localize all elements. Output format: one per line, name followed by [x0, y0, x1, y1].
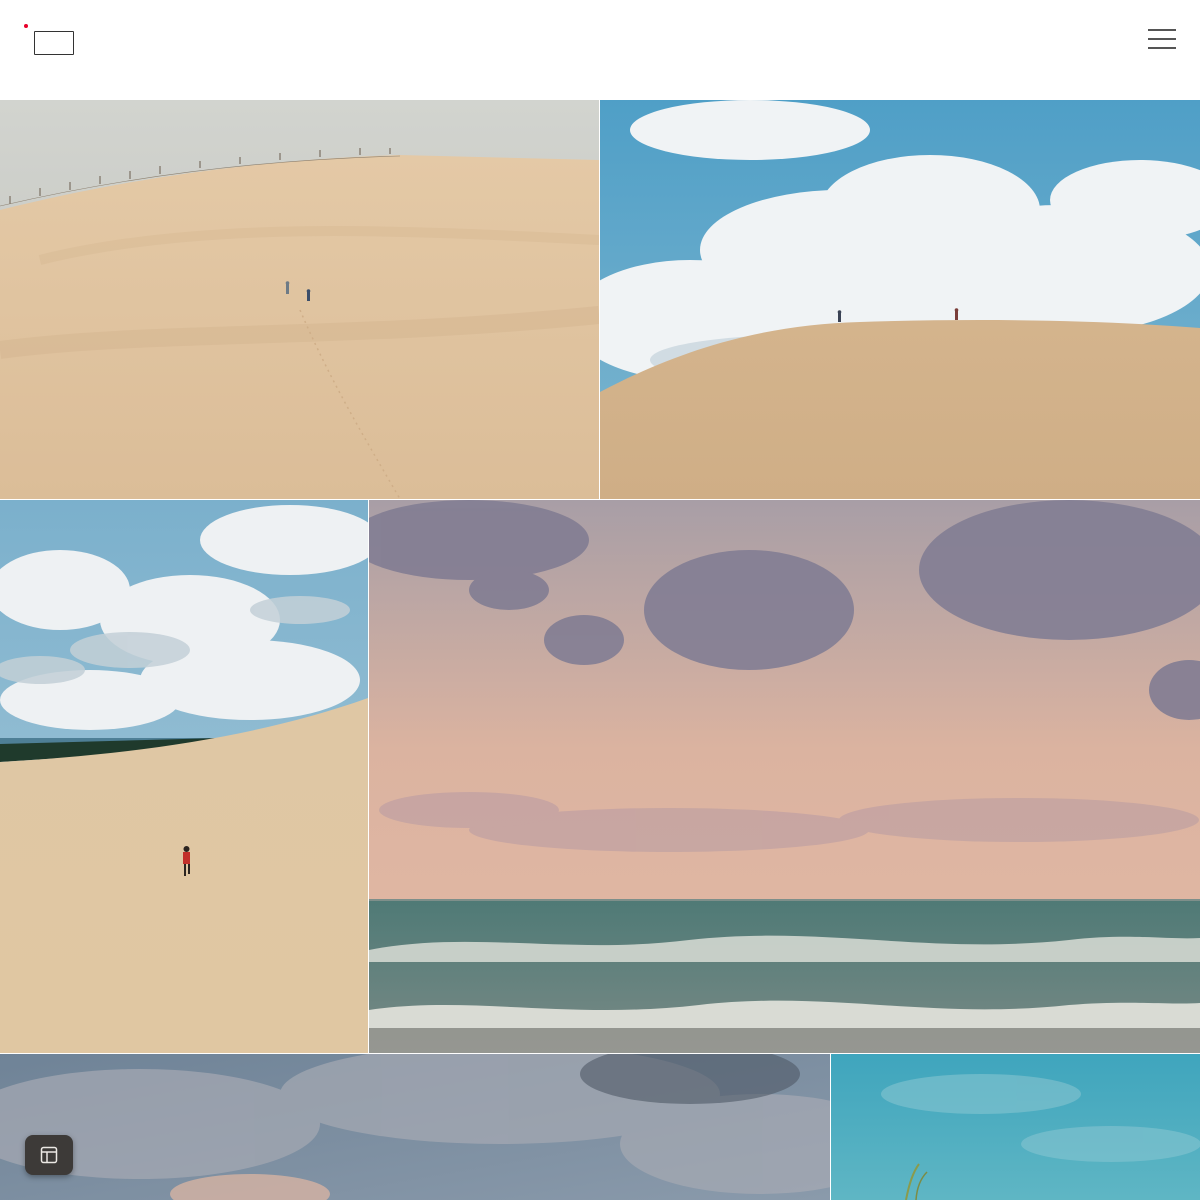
layout-icon	[40, 1146, 58, 1164]
photo-dune-child-running-lake[interactable]	[0, 500, 368, 1053]
hamburger-menu-icon[interactable]	[1144, 26, 1178, 52]
photo-dune-fence-two-walkers[interactable]	[0, 100, 599, 499]
photo-turquoise-sky-grass[interactable]	[831, 1054, 1200, 1200]
photo-cloudy-sky[interactable]	[0, 1054, 830, 1200]
site-logo[interactable]	[34, 31, 74, 55]
photo-sunset-lake-waves[interactable]	[369, 500, 1200, 1053]
logo-dot	[24, 24, 28, 28]
layout-toggle-button[interactable]	[25, 1135, 73, 1175]
photo-dune-crest-clouds[interactable]	[600, 100, 1200, 499]
site-header	[0, 0, 1200, 100]
